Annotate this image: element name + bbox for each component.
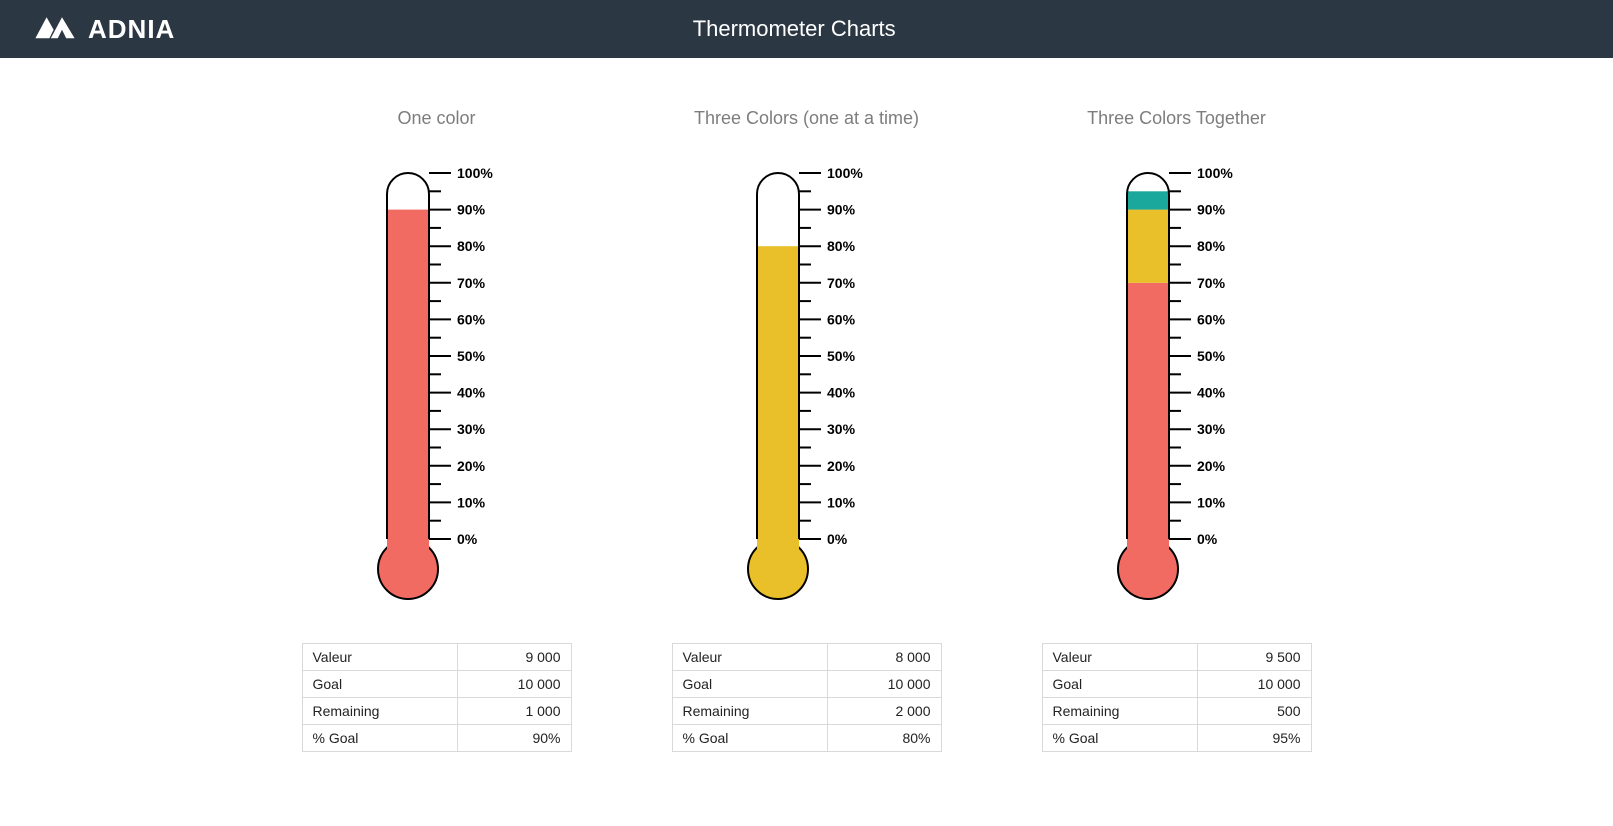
- row-value: 2 000: [828, 698, 941, 725]
- tick-label: 90%: [457, 202, 486, 218]
- tick-label: 30%: [457, 421, 486, 437]
- row-value: 500: [1198, 698, 1311, 725]
- chart-title: Three Colors (one at a time): [694, 108, 919, 129]
- thermometer-svg: 0% 10% 20% 30% 40% 50% 60% 70% 80% 90% 100%: [1087, 159, 1267, 619]
- tick-label: 70%: [457, 275, 486, 291]
- data-table: Valeur8 000 Goal10 000 Remaining2 000 % …: [672, 643, 942, 752]
- row-label: Remaining: [672, 698, 828, 725]
- row-value: 10 000: [458, 671, 571, 698]
- row-label: Remaining: [1042, 698, 1198, 725]
- tick-label: 30%: [827, 421, 856, 437]
- page-title: Thermometer Charts: [175, 16, 1613, 42]
- table-row: % Goal95%: [1042, 725, 1311, 752]
- row-label: Goal: [1042, 671, 1198, 698]
- tick-label: 100%: [827, 165, 863, 181]
- table-row: Remaining1 000: [302, 698, 571, 725]
- row-value: 9 500: [1198, 644, 1311, 671]
- table-row: Goal10 000: [302, 671, 571, 698]
- thermometer: 0% 10% 20% 30% 40% 50% 60% 70% 80% 90% 100%: [347, 159, 527, 619]
- tick-label: 0%: [1197, 531, 1218, 547]
- row-label: Remaining: [302, 698, 458, 725]
- tick-label: 90%: [827, 202, 856, 218]
- tick-label: 20%: [827, 458, 856, 474]
- table-row: Remaining500: [1042, 698, 1311, 725]
- tick-label: 80%: [827, 238, 856, 254]
- data-table: Valeur9 500 Goal10 000 Remaining500 % Go…: [1042, 643, 1312, 752]
- row-value: 8 000: [828, 644, 941, 671]
- row-value: 10 000: [828, 671, 941, 698]
- tick-label: 60%: [827, 311, 856, 327]
- tick-label: 40%: [1197, 385, 1226, 401]
- data-table: Valeur9 000 Goal10 000 Remaining1 000 % …: [302, 643, 572, 752]
- chart-column: Three Colors Together 0% 10% 20% 30% 40% 50% 6…: [1027, 108, 1327, 752]
- tick-label: 20%: [1197, 458, 1226, 474]
- table-row: Valeur9 000: [302, 644, 571, 671]
- tick-label: 50%: [457, 348, 486, 364]
- row-label: % Goal: [302, 725, 458, 752]
- row-value: 80%: [828, 725, 941, 752]
- row-value: 10 000: [1198, 671, 1311, 698]
- tick-label: 0%: [827, 531, 848, 547]
- tick-label: 60%: [457, 311, 486, 327]
- tick-label: 70%: [827, 275, 856, 291]
- tick-label: 40%: [457, 385, 486, 401]
- thermometer: 0% 10% 20% 30% 40% 50% 60% 70% 80% 90% 100%: [717, 159, 897, 619]
- tick-label: 10%: [827, 494, 856, 510]
- charts-row: One color 0%10%20%30%40%50%60%70%80%90%1…: [0, 58, 1613, 772]
- row-label: Goal: [302, 671, 458, 698]
- tick-label: 30%: [1197, 421, 1226, 437]
- table-row: Valeur9 500: [1042, 644, 1311, 671]
- row-value: 90%: [458, 725, 571, 752]
- chart-title: Three Colors Together: [1087, 108, 1266, 129]
- logo-icon: [34, 13, 76, 46]
- brand-logo: ADNIA: [0, 13, 175, 46]
- table-row: % Goal80%: [672, 725, 941, 752]
- tick-label: 10%: [1197, 494, 1226, 510]
- tick-label: 20%: [457, 458, 486, 474]
- tick-label: 100%: [1197, 165, 1233, 181]
- tick-label: 50%: [1197, 348, 1226, 364]
- tick-label: 60%: [1197, 311, 1226, 327]
- tick-label: 40%: [827, 385, 856, 401]
- tick-label: 50%: [827, 348, 856, 364]
- header: ADNIA Thermometer Charts: [0, 0, 1613, 58]
- row-label: Valeur: [302, 644, 458, 671]
- chart-title: One color: [397, 108, 475, 129]
- tick-label: 90%: [1197, 202, 1226, 218]
- chart-column: One color 0%10%20%30%40%50%60%70%80%90%1…: [287, 108, 587, 752]
- table-row: Goal10 000: [1042, 671, 1311, 698]
- table-row: Remaining2 000: [672, 698, 941, 725]
- tick-label: 70%: [1197, 275, 1226, 291]
- brand-text: ADNIA: [88, 14, 175, 45]
- row-value: 95%: [1198, 725, 1311, 752]
- row-label: Valeur: [672, 644, 828, 671]
- row-value: 1 000: [458, 698, 571, 725]
- thermometer: 0% 10% 20% 30% 40% 50% 60% 70% 80% 90% 100%: [1087, 159, 1267, 619]
- tick-label: 0%: [457, 531, 478, 547]
- table-row: % Goal90%: [302, 725, 571, 752]
- row-label: Goal: [672, 671, 828, 698]
- row-label: Valeur: [1042, 644, 1198, 671]
- tick-label: 80%: [1197, 238, 1226, 254]
- row-value: 9 000: [458, 644, 571, 671]
- tick-label: 10%: [457, 494, 486, 510]
- tick-label: 100%: [457, 165, 493, 181]
- row-label: % Goal: [672, 725, 828, 752]
- table-row: Goal10 000: [672, 671, 941, 698]
- thermometer-svg: 0% 10% 20% 30% 40% 50% 60% 70% 80% 90% 100%: [347, 159, 527, 619]
- thermometer-svg: 0% 10% 20% 30% 40% 50% 60% 70% 80% 90% 100%: [717, 159, 897, 619]
- chart-column: Three Colors (one at a time) 0% 10% 20% 30%…: [657, 108, 957, 752]
- row-label: % Goal: [1042, 725, 1198, 752]
- table-row: Valeur8 000: [672, 644, 941, 671]
- tick-label: 80%: [457, 238, 486, 254]
